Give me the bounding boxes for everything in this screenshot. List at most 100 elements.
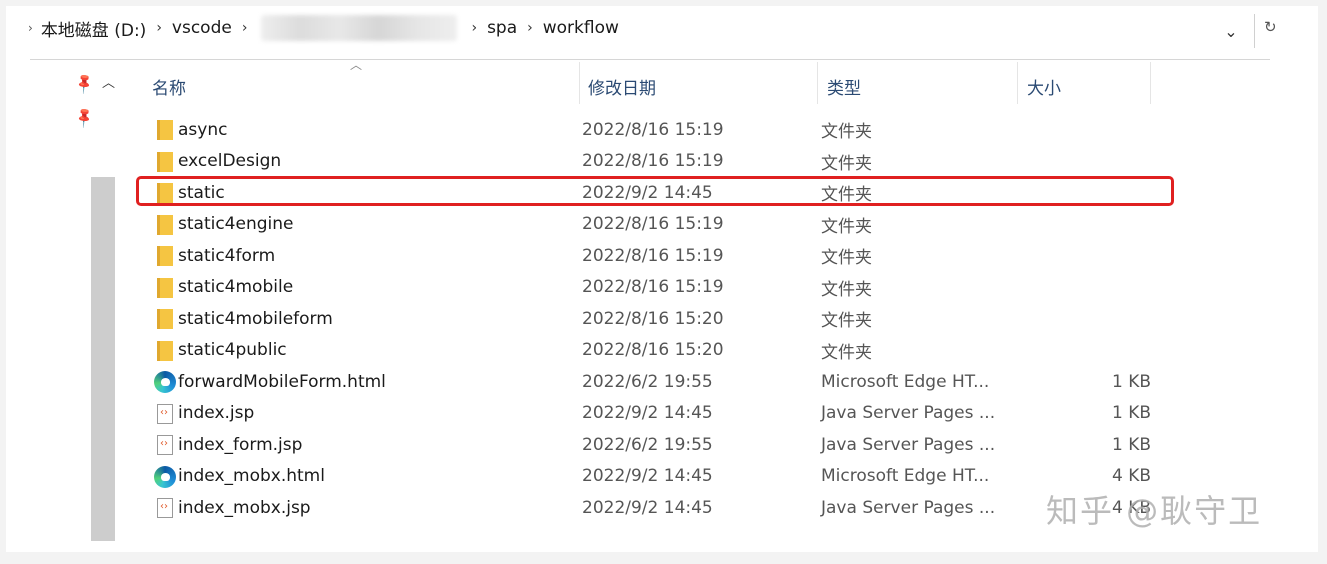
file-row[interactable]: index_mobx.jsp 2022/9/2 14:45 Java Server … (140, 492, 1180, 523)
pin-icon[interactable]: 📌 (73, 106, 97, 129)
file-row[interactable]: static4mobile 2022/8/16 15:19 文件夹 (140, 272, 1180, 303)
file-type: Java Server Pages ... (821, 497, 996, 518)
file-type: Microsoft Edge HT... (821, 466, 990, 486)
folder-icon (154, 151, 176, 173)
file-row[interactable]: index_form.jsp 2022/6/2 19:55 Java Server … (140, 429, 1180, 460)
file-type: Java Server Pages ... (821, 434, 996, 455)
address-bar-divider (1254, 14, 1255, 48)
file-date-modified: 2022/8/16 15:19 (582, 277, 724, 297)
folder-icon (154, 277, 176, 299)
file-name: index.jsp (178, 403, 255, 423)
chevron-up-icon[interactable]: ︿ (102, 72, 115, 91)
file-size: 1 KB (1111, 371, 1151, 392)
blurred-path-segment (261, 15, 458, 41)
breadcrumb-item-spa[interactable]: spa (487, 18, 517, 38)
edge-icon (154, 465, 176, 488)
file-row[interactable]: static4public 2022/8/16 15:20 文件夹 (140, 335, 1180, 366)
edge-icon (154, 371, 176, 393)
folder-icon-shape (157, 120, 173, 140)
file-row[interactable]: static4form 2022/8/16 15:19 文件夹 (140, 240, 1180, 271)
folder-icon-shape (157, 340, 173, 361)
column-header-name[interactable]: 名称 (152, 64, 186, 108)
file-row[interactable]: index.jsp 2022/9/2 14:45 Java Server Pages… (140, 398, 1180, 429)
column-header-size[interactable]: 大小 (1027, 64, 1061, 108)
file-date-modified: 2022/8/16 15:20 (582, 340, 724, 360)
file-name: static4engine (178, 214, 294, 234)
file-date-modified: 2022/9/2 14:45 (582, 466, 713, 486)
column-header-type[interactable]: 类型 (827, 64, 861, 108)
file-name: static4mobile (178, 277, 294, 297)
pin-icon[interactable]: 📌 (73, 72, 97, 95)
edge-icon-shape (154, 465, 176, 488)
file-name: static4form (178, 245, 276, 266)
file-row[interactable]: index_mobx.html 2022/9/2 14:45 Microsoft E… (140, 461, 1180, 492)
file-date-modified: 2022/6/2 19:55 (582, 371, 713, 392)
file-name: index_form.jsp (178, 434, 303, 455)
refresh-icon[interactable]: ↻ (1264, 18, 1277, 36)
file-type: 文件夹 (821, 153, 872, 174)
jsp-file-icon (154, 403, 176, 425)
file-date-modified: 2022/8/16 15:20 (582, 308, 724, 329)
column-header-date-modified[interactable]: 修改日期 (588, 64, 656, 108)
jsp-file-icon (154, 434, 176, 456)
file-date-modified: 2022/8/16 15:19 (582, 151, 724, 171)
file-date-modified: 2022/8/16 15:19 (582, 214, 724, 234)
file-size: 4 KB (1111, 466, 1151, 486)
breadcrumb-chevron-icon[interactable]: › (527, 20, 533, 36)
file-type: 文件夹 (821, 279, 872, 300)
folder-icon (154, 245, 176, 267)
address-bar-divider-line (30, 59, 1270, 60)
breadcrumb-item-vscode[interactable]: vscode (172, 18, 232, 38)
file-type: Java Server Pages ... (821, 403, 996, 423)
breadcrumb-lead-chevron-icon[interactable]: › (28, 21, 33, 35)
watermark: 知乎 @耿守卫 (1046, 492, 1263, 530)
breadcrumb-chevron-icon[interactable]: › (471, 20, 477, 36)
file-row[interactable]: excelDesign 2022/8/16 15:19 文件夹 (140, 146, 1180, 177)
file-size: 1 KB (1111, 403, 1151, 423)
sort-ascending-chevron-icon: ︿ (350, 58, 363, 72)
highlight-annotation-box (136, 176, 1174, 206)
file-type: 文件夹 (821, 311, 872, 331)
file-name: index_mobx.jsp (178, 497, 311, 518)
file-name: index_mobx.html (178, 466, 325, 486)
file-name: static4public (178, 340, 287, 360)
folder-icon (154, 308, 176, 330)
jsp-file-icon-shape (157, 403, 173, 424)
file-type: 文件夹 (821, 342, 872, 363)
file-row[interactable]: static4engine 2022/8/16 15:19 文件夹 (140, 209, 1180, 240)
file-name: excelDesign (178, 151, 282, 171)
file-type: 文件夹 (821, 216, 872, 237)
file-row[interactable]: static4mobileform 2022/8/16 15:20 文件夹 (140, 303, 1180, 334)
file-date-modified: 2022/9/2 14:45 (582, 403, 713, 423)
column-divider[interactable] (579, 62, 580, 104)
breadcrumb-item-drive[interactable]: 本地磁盘 (D:) (41, 16, 147, 41)
file-row[interactable]: forwardMobileForm.html 2022/6/2 19:55 Micr… (140, 366, 1180, 397)
file-date-modified: 2022/9/2 14:45 (582, 497, 713, 518)
jsp-file-icon-shape (157, 498, 173, 518)
file-name: async (178, 119, 228, 140)
breadcrumb-item-workflow[interactable]: workflow (543, 18, 619, 38)
file-type: 文件夹 (821, 122, 872, 142)
jsp-file-icon-shape (157, 435, 173, 455)
navigation-pane-scrollbar[interactable] (91, 177, 115, 541)
address-history-chevron-down-icon[interactable]: ⌄ (1216, 16, 1246, 46)
folder-icon-shape (157, 246, 173, 266)
column-divider[interactable] (1017, 62, 1018, 104)
file-date-modified: 2022/8/16 15:19 (582, 119, 724, 140)
file-size: 1 KB (1111, 434, 1151, 455)
folder-icon (154, 214, 176, 236)
jsp-file-icon (154, 497, 176, 519)
folder-icon-shape (157, 151, 173, 172)
breadcrumb-chevron-icon[interactable]: › (242, 20, 248, 36)
file-date-modified: 2022/6/2 19:55 (582, 434, 713, 455)
folder-icon (154, 119, 176, 141)
file-name: static4mobileform (178, 308, 333, 329)
address-bar[interactable]: › 本地磁盘 (D:) › vscode › › spa › workflow (28, 10, 1254, 46)
breadcrumb-chevron-icon[interactable]: › (156, 20, 162, 36)
file-row[interactable]: async 2022/8/16 15:19 文件夹 (140, 114, 1180, 145)
folder-icon-shape (157, 309, 173, 329)
column-divider[interactable] (817, 62, 818, 104)
folder-icon-shape (157, 277, 173, 298)
file-date-modified: 2022/8/16 15:19 (582, 245, 724, 266)
column-divider[interactable] (1150, 62, 1151, 104)
